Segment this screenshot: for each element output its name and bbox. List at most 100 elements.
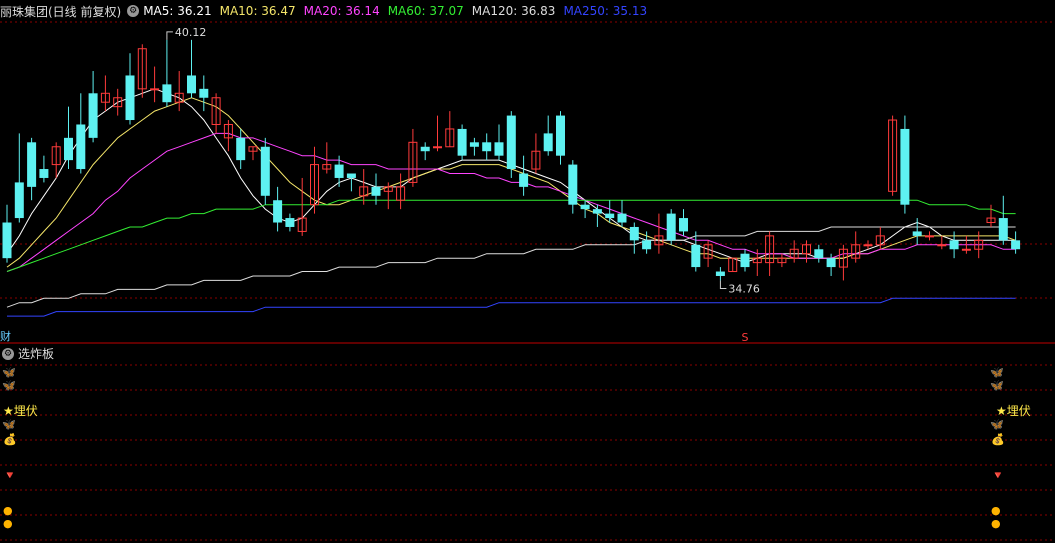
candle-body (88, 93, 98, 138)
kline-chart[interactable]: 40.12 34.76 S (0, 0, 1055, 543)
sell-signal-label: S (742, 331, 749, 344)
ma5-label: MA5: 36.21 (143, 4, 212, 18)
candle-body (642, 240, 652, 250)
candle-body (1011, 240, 1021, 250)
orb-icon: ● (991, 517, 1001, 530)
candle-body (556, 115, 565, 156)
candle-body (346, 173, 356, 178)
candle (605, 200, 615, 223)
candle (457, 124, 467, 161)
candle (629, 222, 639, 254)
candle-body (506, 115, 516, 170)
candle (322, 142, 332, 174)
ma120-line (6, 226, 1016, 308)
candle (802, 240, 811, 263)
candle-body (469, 142, 479, 147)
gear-icon[interactable]: ⚙ (127, 5, 140, 17)
candle-body (371, 186, 381, 196)
candle-body (457, 128, 467, 156)
candle (506, 111, 516, 178)
candle (14, 133, 24, 223)
candle (654, 213, 664, 254)
candle (39, 155, 49, 183)
candle (925, 231, 934, 241)
grid-lines (0, 21, 1055, 541)
candle-body (740, 253, 750, 268)
candle (137, 44, 147, 98)
candle-body (519, 173, 529, 187)
candle (851, 231, 861, 263)
candle (113, 88, 123, 116)
candle (531, 133, 541, 174)
candle-body (433, 146, 442, 149)
candle-body (937, 244, 947, 247)
maifu-signal: ★埋伏 (3, 404, 38, 418)
candle (912, 218, 922, 245)
candle-body (14, 182, 24, 219)
candle-body (76, 124, 86, 170)
orb-icon: ● (3, 517, 13, 530)
candle (150, 66, 160, 103)
candle (937, 235, 947, 250)
candle (568, 160, 578, 214)
candle-body (285, 218, 295, 227)
ma10-label: MA10: 36.47 (219, 4, 296, 18)
candle-body (2, 222, 12, 259)
candle (445, 111, 455, 148)
candle-body (715, 271, 725, 276)
price-markers: 40.12 34.76 S (166, 26, 760, 344)
candle (88, 71, 98, 143)
candle (223, 120, 233, 152)
candle (420, 142, 430, 161)
candle (162, 39, 172, 107)
maifu-signal: ★埋伏 (996, 404, 1031, 418)
candle-body (236, 137, 246, 161)
candle-body (949, 240, 959, 250)
butterfly-icon: 🦋 (2, 418, 16, 431)
high-price-label: 40.12 (175, 26, 207, 39)
candle-body (863, 244, 873, 247)
candle-body (900, 128, 910, 205)
orb-icon: ● (3, 504, 13, 517)
butterfly-icon: 🦋 (2, 379, 16, 392)
candle-body (162, 84, 172, 103)
candle (715, 267, 725, 281)
candle (297, 177, 307, 236)
candle-body (961, 248, 971, 251)
chart-legend: 丽珠集团(日线 前复权) ⚙ MA5: 36.21 MA10: 36.47 MA… (0, 2, 655, 20)
candle-body (826, 258, 836, 268)
butterfly-icon: 🦋 (990, 379, 1004, 392)
candle-body (482, 142, 492, 152)
candle (199, 75, 209, 112)
indicator-panel-title[interactable]: ⚙ 选炸板 (2, 345, 54, 362)
candle-body (420, 146, 430, 152)
candle-body (543, 133, 553, 152)
candle-body (568, 164, 578, 205)
candle-body (199, 88, 209, 98)
low-price-label: 34.76 (728, 282, 760, 295)
candle (617, 200, 627, 227)
ma60-line (6, 199, 1016, 272)
candle (777, 253, 787, 268)
candle (248, 146, 258, 161)
candle (100, 75, 110, 112)
candle (285, 213, 295, 232)
candle (260, 137, 270, 205)
candle (543, 115, 553, 156)
candle-body (260, 146, 270, 196)
orb-icon: ● (991, 504, 1001, 517)
candle (998, 195, 1008, 245)
candle (273, 186, 283, 232)
candle (469, 137, 479, 156)
finance-tag[interactable]: 财 (0, 328, 11, 344)
candle (408, 128, 418, 187)
gear-icon[interactable]: ⚙ (2, 347, 14, 360)
candle-body (925, 235, 934, 238)
candle (187, 39, 196, 98)
candle-body (39, 169, 49, 178)
low-pointer (719, 280, 727, 289)
ruby-icon: 🔻 (3, 469, 17, 482)
candle (728, 257, 738, 273)
candle-body (617, 213, 627, 223)
candle (64, 106, 73, 170)
